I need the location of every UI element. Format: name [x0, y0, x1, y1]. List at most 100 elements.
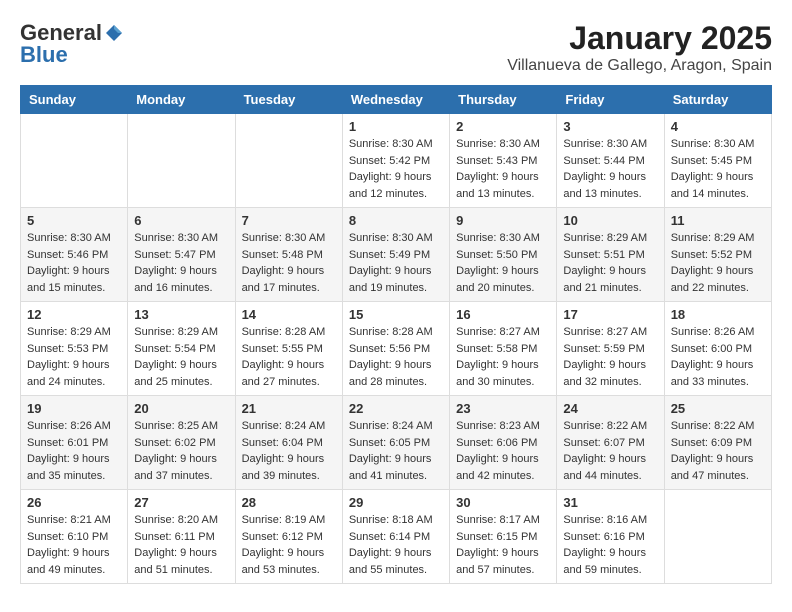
day-number: 8: [349, 213, 443, 228]
day-number: 12: [27, 307, 121, 322]
day-number: 6: [134, 213, 228, 228]
day-info: Sunrise: 8:30 AMSunset: 5:48 PMDaylight:…: [242, 230, 336, 296]
day-info: Sunrise: 8:21 AMSunset: 6:10 PMDaylight:…: [27, 512, 121, 578]
calendar-table: SundayMondayTuesdayWednesdayThursdayFrid…: [20, 85, 772, 584]
day-info: Sunrise: 8:23 AMSunset: 6:06 PMDaylight:…: [456, 418, 550, 484]
calendar-cell: 21Sunrise: 8:24 AMSunset: 6:04 PMDayligh…: [235, 396, 342, 490]
calendar-cell: 2 Sunrise: 8:30 AMSunset: 5:43 PMDaylight…: [450, 114, 557, 208]
day-info: Sunrise: 8:30 AMSunset: 5:47 PMDaylight:…: [134, 230, 228, 296]
title-block: January 2025 Villanueva de Gallego, Arag…: [507, 20, 772, 75]
day-number: 28: [242, 495, 336, 510]
day-number: 14: [242, 307, 336, 322]
day-number: 21: [242, 401, 336, 416]
calendar-cell: 22 Sunrise: 8:24 AMSunset: 6:05 PMDayligh…: [342, 396, 449, 490]
calendar-cell: [128, 114, 235, 208]
day-number: 5: [27, 213, 121, 228]
calendar-cell: 6 Sunrise: 8:30 AMSunset: 5:47 PMDaylight…: [128, 208, 235, 302]
logo-blue: Blue: [20, 42, 68, 68]
calendar-cell: [21, 114, 128, 208]
calendar-week-5: 26 Sunrise: 8:21 AMSunset: 6:10 PMDayligh…: [21, 490, 772, 584]
day-header-monday: Monday: [128, 86, 235, 114]
calendar-cell: 20Sunrise: 8:25 AMSunset: 6:02 PMDayligh…: [128, 396, 235, 490]
day-info: Sunrise: 8:29 AMSunset: 5:54 PMDaylight:…: [134, 324, 228, 390]
day-number: 27: [134, 495, 228, 510]
calendar-cell: 23 Sunrise: 8:23 AMSunset: 6:06 PMDayligh…: [450, 396, 557, 490]
calendar-cell: 12 Sunrise: 8:29 AMSunset: 5:53 PMDayligh…: [21, 302, 128, 396]
calendar-cell: 3Sunrise: 8:30 AMSunset: 5:44 PMDaylight…: [557, 114, 664, 208]
day-number: 16: [456, 307, 550, 322]
calendar-cell: 10 Sunrise: 8:29 AMSunset: 5:51 PMDayligh…: [557, 208, 664, 302]
day-info: Sunrise: 8:27 AMSunset: 5:59 PMDaylight:…: [563, 324, 657, 390]
day-header-wednesday: Wednesday: [342, 86, 449, 114]
day-info: Sunrise: 8:16 AMSunset: 6:16 PMDaylight:…: [563, 512, 657, 578]
calendar-cell: 18 Sunrise: 8:26 AMSunset: 6:00 PMDayligh…: [664, 302, 771, 396]
page-title: January 2025: [507, 20, 772, 57]
day-info: Sunrise: 8:29 AMSunset: 5:52 PMDaylight:…: [671, 230, 765, 296]
calendar-cell: 11 Sunrise: 8:29 AMSunset: 5:52 PMDayligh…: [664, 208, 771, 302]
logo-icon: [104, 23, 124, 43]
day-number: 17: [563, 307, 657, 322]
calendar-cell: 19 Sunrise: 8:26 AMSunset: 6:01 PMDayligh…: [21, 396, 128, 490]
page-header: General Blue January 2025 Villanueva de …: [20, 20, 772, 75]
day-info: Sunrise: 8:22 AMSunset: 6:09 PMDaylight:…: [671, 418, 765, 484]
day-number: 26: [27, 495, 121, 510]
calendar-cell: 25 Sunrise: 8:22 AMSunset: 6:09 PMDayligh…: [664, 396, 771, 490]
day-number: 3: [563, 119, 657, 134]
calendar-cell: 9 Sunrise: 8:30 AMSunset: 5:50 PMDaylight…: [450, 208, 557, 302]
calendar-cell: 17 Sunrise: 8:27 AMSunset: 5:59 PMDayligh…: [557, 302, 664, 396]
calendar-cell: 29Sunrise: 8:18 AMSunset: 6:14 PMDayligh…: [342, 490, 449, 584]
day-info: Sunrise: 8:27 AMSunset: 5:58 PMDaylight:…: [456, 324, 550, 390]
day-header-saturday: Saturday: [664, 86, 771, 114]
day-info: Sunrise: 8:29 AMSunset: 5:53 PMDaylight:…: [27, 324, 121, 390]
day-info: Sunrise: 8:26 AMSunset: 6:01 PMDaylight:…: [27, 418, 121, 484]
day-number: 11: [671, 213, 765, 228]
calendar-cell: 31 Sunrise: 8:16 AMSunset: 6:16 PMDayligh…: [557, 490, 664, 584]
day-info: Sunrise: 8:30 AMSunset: 5:43 PMDaylight:…: [456, 136, 550, 202]
day-number: 2: [456, 119, 550, 134]
calendar-week-2: 5Sunrise: 8:30 AMSunset: 5:46 PMDaylight…: [21, 208, 772, 302]
day-info: Sunrise: 8:28 AMSunset: 5:55 PMDaylight:…: [242, 324, 336, 390]
day-info: Sunrise: 8:30 AMSunset: 5:49 PMDaylight:…: [349, 230, 443, 296]
day-number: 10: [563, 213, 657, 228]
calendar-cell: 26 Sunrise: 8:21 AMSunset: 6:10 PMDayligh…: [21, 490, 128, 584]
day-info: Sunrise: 8:30 AMSunset: 5:50 PMDaylight:…: [456, 230, 550, 296]
calendar-cell: 13 Sunrise: 8:29 AMSunset: 5:54 PMDayligh…: [128, 302, 235, 396]
day-info: Sunrise: 8:28 AMSunset: 5:56 PMDaylight:…: [349, 324, 443, 390]
calendar-week-4: 19 Sunrise: 8:26 AMSunset: 6:01 PMDayligh…: [21, 396, 772, 490]
calendar-cell: 15 Sunrise: 8:28 AMSunset: 5:56 PMDayligh…: [342, 302, 449, 396]
calendar-cell: [235, 114, 342, 208]
calendar-cell: 16 Sunrise: 8:27 AMSunset: 5:58 PMDayligh…: [450, 302, 557, 396]
day-number: 7: [242, 213, 336, 228]
day-number: 19: [27, 401, 121, 416]
calendar-cell: 7 Sunrise: 8:30 AMSunset: 5:48 PMDaylight…: [235, 208, 342, 302]
logo: General Blue: [20, 20, 124, 68]
day-info: Sunrise: 8:26 AMSunset: 6:00 PMDaylight:…: [671, 324, 765, 390]
day-header-tuesday: Tuesday: [235, 86, 342, 114]
calendar-cell: 14 Sunrise: 8:28 AMSunset: 5:55 PMDayligh…: [235, 302, 342, 396]
day-number: 13: [134, 307, 228, 322]
day-number: 9: [456, 213, 550, 228]
day-number: 4: [671, 119, 765, 134]
calendar-cell: 27Sunrise: 8:20 AMSunset: 6:11 PMDayligh…: [128, 490, 235, 584]
day-info: Sunrise: 8:30 AMSunset: 5:42 PMDaylight:…: [349, 136, 443, 202]
day-header-thursday: Thursday: [450, 86, 557, 114]
calendar-header-row: SundayMondayTuesdayWednesdayThursdayFrid…: [21, 86, 772, 114]
calendar-cell: 24Sunrise: 8:22 AMSunset: 6:07 PMDayligh…: [557, 396, 664, 490]
calendar-cell: 28Sunrise: 8:19 AMSunset: 6:12 PMDayligh…: [235, 490, 342, 584]
day-number: 23: [456, 401, 550, 416]
day-number: 22: [349, 401, 443, 416]
day-number: 30: [456, 495, 550, 510]
calendar-week-1: 1Sunrise: 8:30 AMSunset: 5:42 PMDaylight…: [21, 114, 772, 208]
day-number: 31: [563, 495, 657, 510]
day-info: Sunrise: 8:30 AMSunset: 5:45 PMDaylight:…: [671, 136, 765, 202]
calendar-cell: 5Sunrise: 8:30 AMSunset: 5:46 PMDaylight…: [21, 208, 128, 302]
calendar-cell: 1Sunrise: 8:30 AMSunset: 5:42 PMDaylight…: [342, 114, 449, 208]
day-number: 25: [671, 401, 765, 416]
calendar-cell: 30Sunrise: 8:17 AMSunset: 6:15 PMDayligh…: [450, 490, 557, 584]
day-info: Sunrise: 8:24 AMSunset: 6:05 PMDaylight:…: [349, 418, 443, 484]
day-info: Sunrise: 8:29 AMSunset: 5:51 PMDaylight:…: [563, 230, 657, 296]
calendar-cell: 8 Sunrise: 8:30 AMSunset: 5:49 PMDaylight…: [342, 208, 449, 302]
day-number: 18: [671, 307, 765, 322]
day-number: 15: [349, 307, 443, 322]
calendar-cell: 4 Sunrise: 8:30 AMSunset: 5:45 PMDaylight…: [664, 114, 771, 208]
